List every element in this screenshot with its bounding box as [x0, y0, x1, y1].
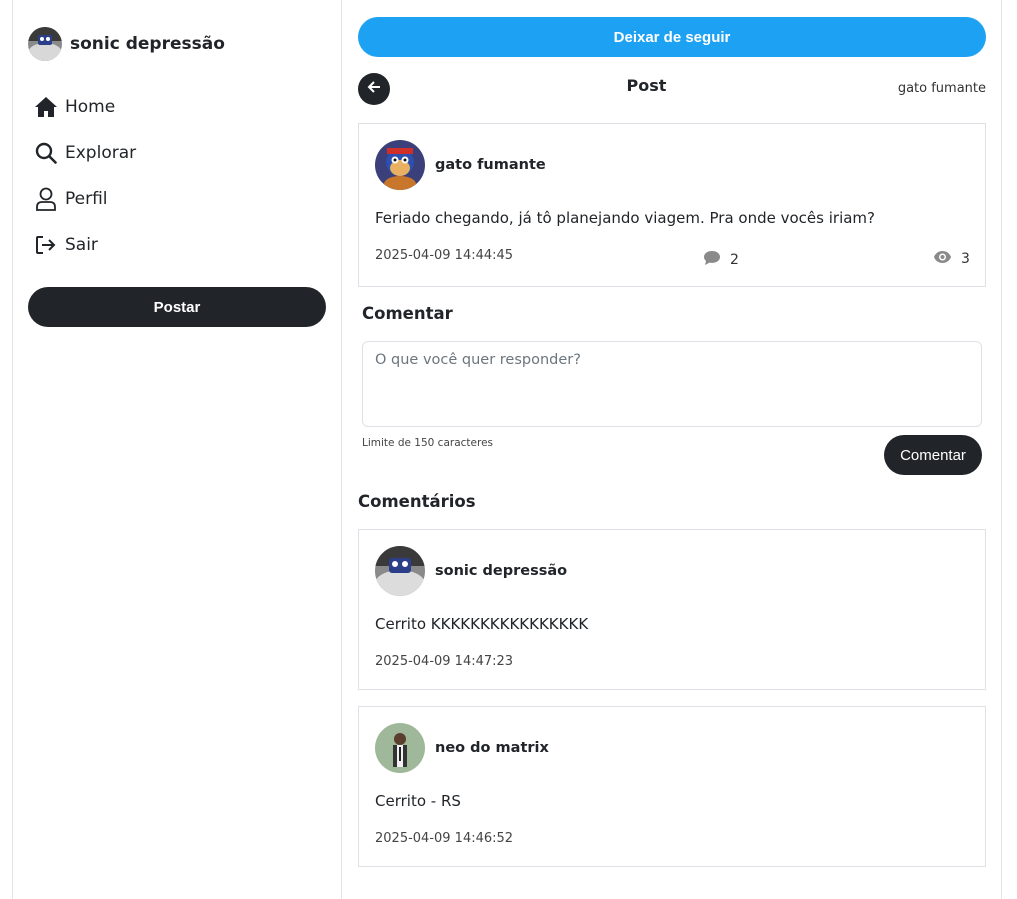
post-date: 2025-04-09 14:44:45: [375, 248, 514, 263]
post-card: gato fumante Feriado chegando, já tô pla…: [358, 123, 986, 287]
comment-author[interactable]: sonic depressão: [375, 546, 567, 596]
sidebar-item-perfil[interactable]: Perfil: [33, 176, 136, 222]
comment-username: sonic depressão: [435, 563, 568, 579]
avatar: [375, 140, 425, 190]
post-author[interactable]: gato fumante: [375, 140, 546, 190]
page-title: Post: [626, 76, 667, 95]
main-content: Deixar de seguir Post gato fumante gato …: [342, 0, 1001, 899]
sidebar-item-label: Perfil: [65, 189, 108, 209]
sidebar-nav: Home Explorar Perfil Sair: [33, 84, 136, 268]
comment-username: neo do matrix: [435, 740, 549, 756]
search-icon: [33, 140, 59, 166]
profile-name: sonic depressão: [70, 34, 225, 54]
comment-icon: [703, 250, 730, 270]
comment-text: Cerrito KKKKKKKKKKKKKKKK: [375, 615, 589, 633]
header-username[interactable]: gato fumante: [898, 81, 986, 96]
sidebar-item-label: Sair: [65, 235, 98, 255]
right-border: [1001, 0, 1002, 899]
views-count: 3: [933, 250, 970, 268]
comments-title: Comentários: [358, 492, 476, 511]
unfollow-button[interactable]: Deixar de seguir: [358, 17, 986, 57]
sidebar-profile[interactable]: sonic depressão: [28, 27, 225, 61]
avatar: [28, 27, 62, 61]
comment-form-title: Comentar: [362, 304, 453, 323]
char-limit-text: Limite de 150 caracteres: [362, 437, 493, 449]
home-icon: [33, 94, 59, 120]
sidebar-item-label: Home: [65, 97, 116, 117]
comment-date: 2025-04-09 14:46:52: [375, 831, 514, 846]
comment-text: Cerrito - RS: [375, 792, 461, 810]
post-username: gato fumante: [435, 157, 546, 173]
comments-count[interactable]: 2: [703, 250, 739, 270]
comment-author[interactable]: neo do matrix: [375, 723, 549, 773]
sidebar: sonic depressão Home Explorar Perfil Sai…: [13, 0, 341, 899]
user-icon: [33, 186, 59, 212]
comment-card: sonic depressão Cerrito KKKKKKKKKKKKKKKK…: [358, 529, 986, 690]
submit-comment-button[interactable]: Comentar: [884, 435, 982, 475]
avatar: [375, 546, 425, 596]
sidebar-item-explorar[interactable]: Explorar: [33, 130, 136, 176]
sidebar-item-home[interactable]: Home: [33, 84, 136, 130]
eye-icon: [933, 250, 961, 268]
views-count-value: 3: [961, 251, 970, 267]
post-text: Feriado chegando, já tô planejando viage…: [375, 209, 875, 227]
sidebar-item-label: Explorar: [65, 143, 137, 163]
comment-date: 2025-04-09 14:47:23: [375, 654, 514, 669]
comment-card: neo do matrix Cerrito - RS 2025-04-09 14…: [358, 706, 986, 867]
post-button[interactable]: Postar: [28, 287, 326, 327]
logout-icon: [33, 232, 59, 258]
avatar: [375, 723, 425, 773]
comment-input[interactable]: [362, 341, 982, 427]
sidebar-item-sair[interactable]: Sair: [33, 222, 136, 268]
comments-count-value: 2: [730, 252, 739, 268]
